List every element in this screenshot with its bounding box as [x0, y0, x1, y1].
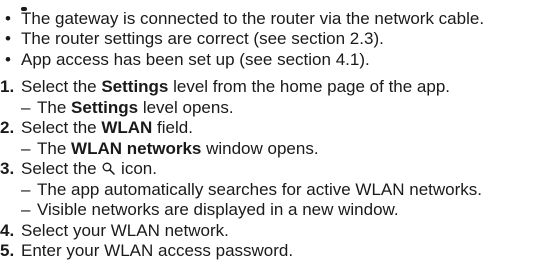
step-item: 1. Select the Settings level from the ho…: [0, 77, 552, 98]
step-text-pre: Select the: [21, 118, 102, 137]
step-text-pre: Select the: [21, 77, 102, 96]
prerequisites-list: • The gateway is connected to the router…: [0, 9, 552, 71]
step-text-pre: Select the: [21, 159, 102, 178]
prerequisite-text: The router settings are correct (see sec…: [21, 29, 384, 48]
step-text: Select the Settings level from the home …: [21, 77, 450, 98]
step-text-post: field.: [152, 118, 193, 137]
step-item: 5. Enter your WLAN access password.: [0, 241, 552, 262]
step-number: 3.: [0, 159, 15, 178]
instructions-document: • The gateway is connected to the router…: [0, 0, 552, 262]
prerequisite-item: • The gateway is connected to the router…: [0, 9, 552, 30]
prerequisite-text: The gateway is connected to the router v…: [21, 8, 485, 28]
prerequisite-item: • The router settings are correct (see s…: [0, 29, 552, 50]
step-text: Select your WLAN network.: [21, 220, 229, 240]
step-item: 2. Select the WLAN field.: [0, 118, 552, 139]
step-text-post: level from the home page of the app.: [168, 77, 451, 96]
result-text: The app automatically searches for activ…: [37, 179, 483, 199]
result-text-pre: The: [37, 97, 72, 117]
dash-marker: –: [21, 200, 31, 219]
result-text-bold: WLAN networks: [71, 138, 202, 158]
clipped-line-spacer: [0, 0, 552, 9]
bullet-marker: •: [5, 29, 11, 48]
step-text: Select the WLAN field.: [21, 118, 193, 139]
step-result: – The WLAN networks window opens.: [0, 139, 552, 160]
dash-marker: –: [21, 179, 31, 199]
dash-marker: –: [21, 138, 31, 158]
step-text: Select the icon.: [21, 159, 157, 181]
step-number: 1.: [0, 77, 15, 96]
steps-list: 1. Select the Settings level from the ho…: [0, 77, 552, 262]
result-text-post: level opens.: [138, 97, 234, 117]
prerequisite-item: • App access has been set up (see sectio…: [0, 50, 552, 71]
result-text-pre: The: [37, 138, 72, 158]
result-text: The WLAN networks window opens.: [37, 139, 319, 160]
result-text-bold: Settings: [71, 97, 139, 117]
step-item: 3. Select the icon.: [0, 159, 552, 180]
step-number: 4.: [0, 220, 15, 240]
step-result: – The Settings level opens.: [0, 98, 552, 119]
step-number: 5.: [0, 241, 15, 260]
step-item: 4. Select your WLAN network.: [0, 221, 552, 242]
result-text: The Settings level opens.: [37, 98, 234, 119]
bullet-marker: •: [5, 49, 11, 69]
dash-marker: –: [21, 97, 31, 117]
step-result: – Visible networks are displayed in a ne…: [0, 200, 552, 221]
step-text-post: icon.: [116, 159, 157, 178]
step-result: – The app automatically searches for act…: [0, 180, 552, 201]
result-text: Visible networks are displayed in a new …: [37, 200, 399, 219]
prerequisite-text: App access has been set up (see section …: [21, 49, 370, 69]
step-text-bold: WLAN: [101, 118, 153, 137]
step-text: Enter your WLAN access password.: [21, 241, 294, 260]
bullet-marker: •: [5, 8, 11, 28]
step-text-bold: Settings: [101, 77, 169, 96]
search-icon: [102, 160, 116, 181]
result-text-post: window opens.: [201, 138, 319, 158]
step-number: 2.: [0, 118, 15, 137]
